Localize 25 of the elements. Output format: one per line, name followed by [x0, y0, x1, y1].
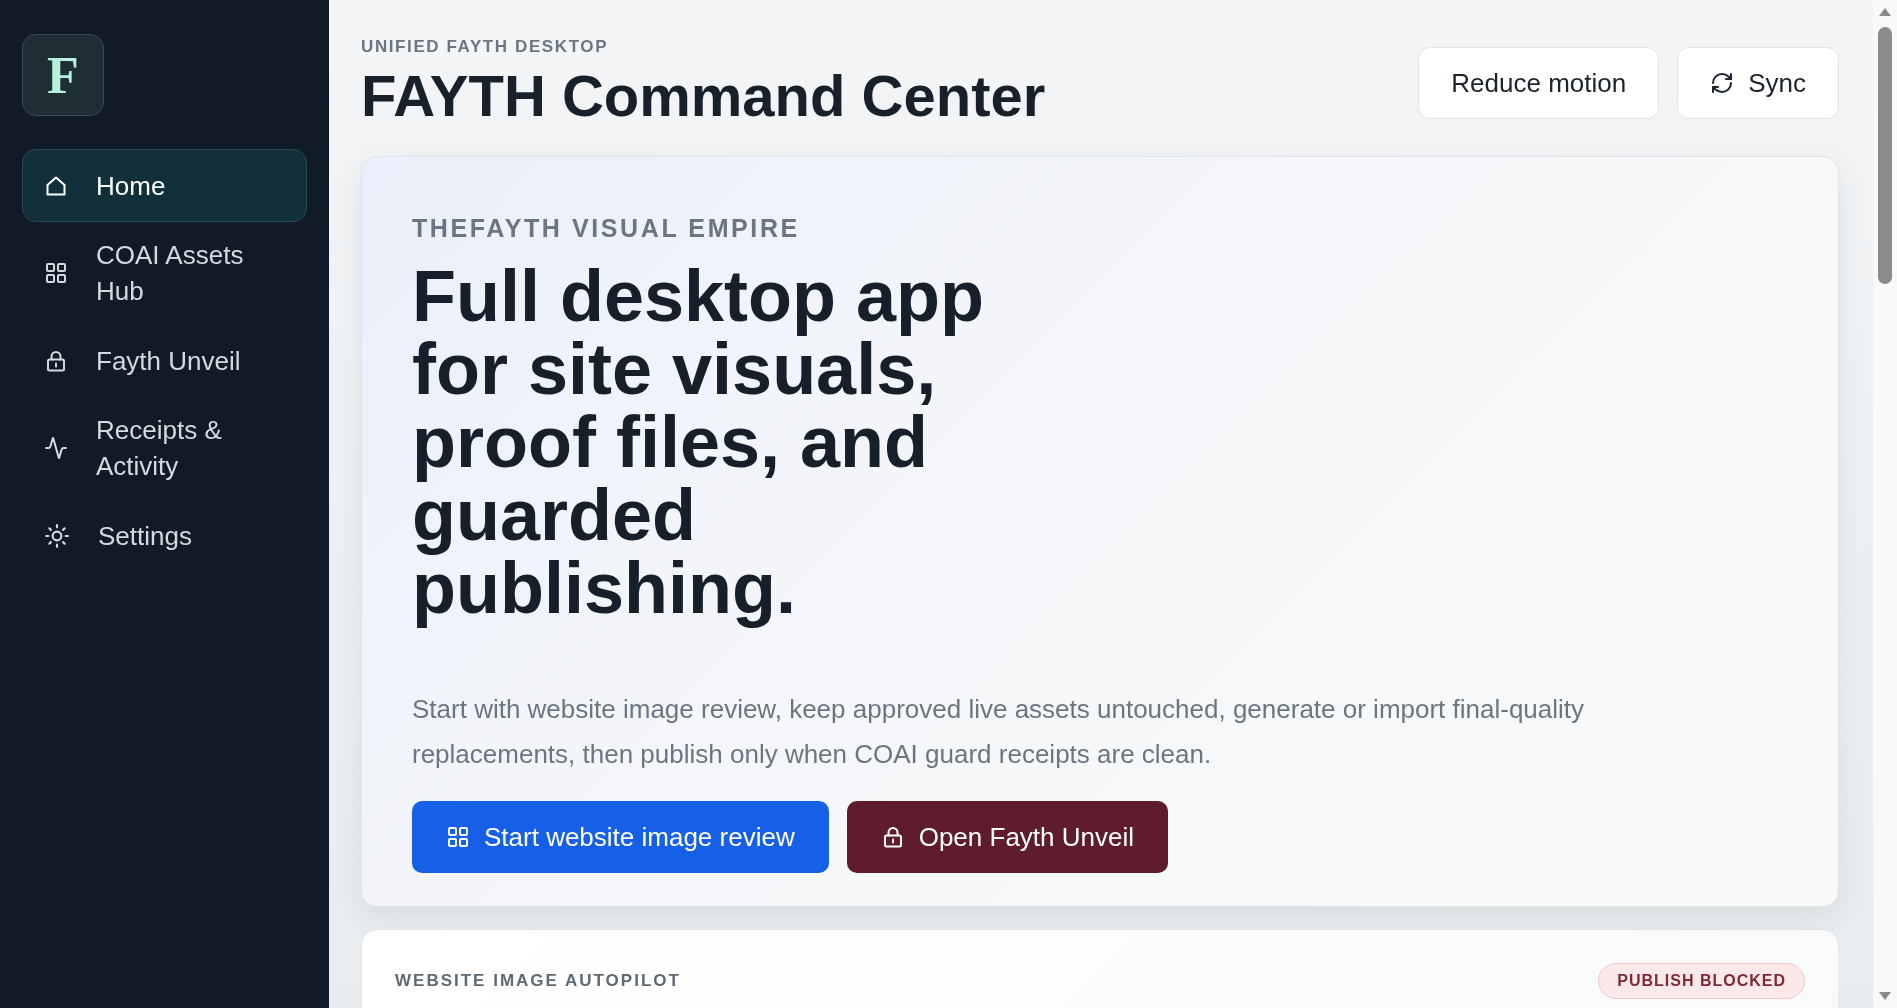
sidebar-nav-item[interactable]: Fayth Unveil [22, 324, 307, 397]
sidebar-nav-item[interactable]: COAI Assets Hub [22, 236, 307, 310]
app-eyebrow: UNIFIED FAYTH DESKTOP [361, 37, 610, 57]
logo-tile: F [22, 34, 104, 116]
grid-icon [44, 261, 68, 285]
reduce-motion-button[interactable]: Reduce motion [1418, 47, 1660, 119]
card-eyebrow: WEBSITE IMAGE AUTOPILOT [395, 971, 681, 991]
page-title: FAYTH Command Center [361, 63, 1046, 129]
refresh-icon [1710, 71, 1735, 95]
start-review-button[interactable]: Start website image review [412, 801, 829, 873]
hero-description: Start with website image review, keep approved live assets untouched, generate or import final-quality replacements, then publish only when COAI guard receipts are clean. [412, 693, 1586, 771]
lock-icon [44, 348, 68, 373]
sun-icon [44, 522, 70, 549]
sidebar-nav-item[interactable]: Home [22, 149, 307, 222]
sidebar-nav-item[interactable]: Settings [22, 499, 307, 572]
hero-eyebrow: THEFAYTH VISUAL EMPIRE [412, 213, 801, 243]
open-unveil-button[interactable]: Open Fayth Unveil [846, 801, 1168, 873]
scrollbar-thumb[interactable] [1878, 27, 1892, 284]
status-badge: PUBLISH BLOCKED [1598, 963, 1805, 999]
sidebar-nav-item[interactable]: Receipts & Activity [22, 411, 307, 485]
grid-icon [446, 825, 470, 849]
sync-button[interactable]: Sync [1677, 47, 1839, 119]
scroll-down-icon[interactable] [1879, 992, 1891, 1000]
activity-icon [44, 436, 68, 460]
scroll-up-icon[interactable] [1879, 8, 1891, 16]
